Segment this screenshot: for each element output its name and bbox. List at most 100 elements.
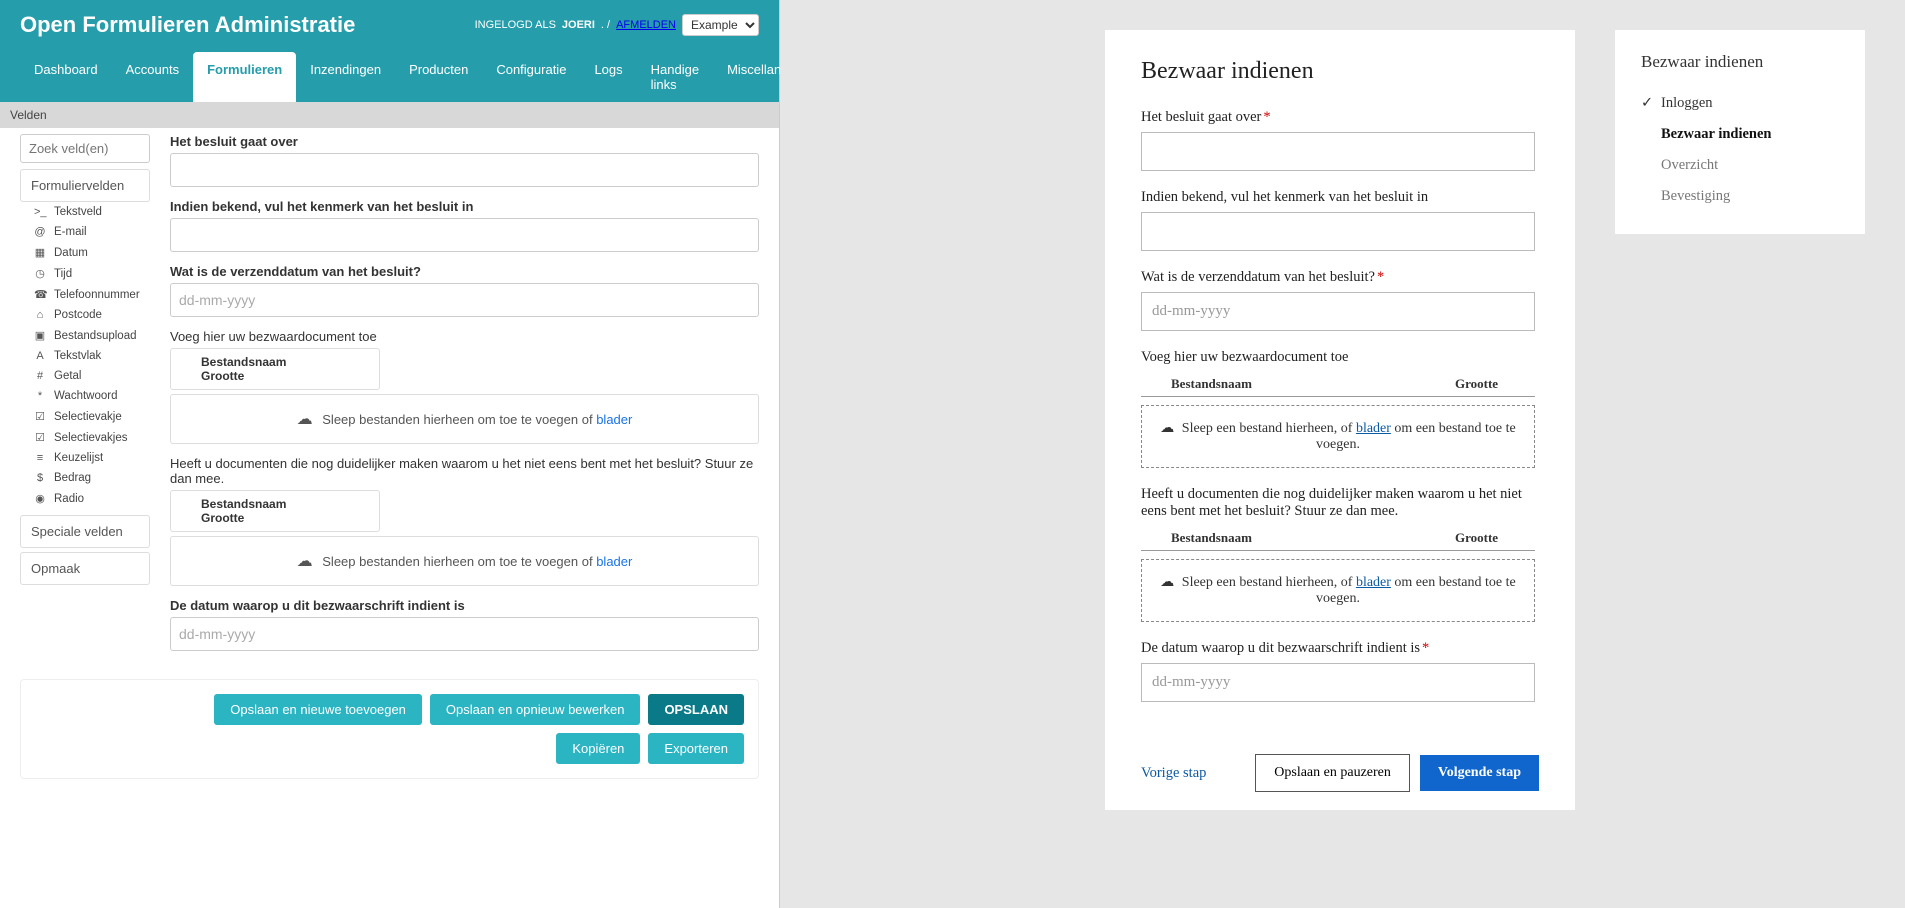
fieldtype-label: Keuzelijst: [54, 452, 103, 464]
canvas-input-indiendatum[interactable]: [170, 617, 759, 651]
canvas-input-verzenddatum[interactable]: [170, 283, 759, 317]
pf-actions: Vorige stap Opslaan en pauzeren Volgende…: [1141, 744, 1539, 792]
pf-input-verzenddatum[interactable]: [1141, 292, 1535, 331]
logout-link[interactable]: AFMELDEN: [616, 19, 676, 31]
pf-file-col-bestandsnaam: Bestandsnaam: [1141, 530, 1455, 546]
export-button[interactable]: Exporteren: [648, 733, 744, 764]
nav-producten[interactable]: Producten: [395, 52, 482, 102]
fieldtype-item[interactable]: >_Tekstveld: [20, 202, 150, 222]
pf-input-kenmerk[interactable]: [1141, 212, 1535, 251]
canvas-label-kenmerk: Indien bekend, vul het kenmerk van het b…: [170, 199, 759, 214]
pf-dropzone-1[interactable]: ☁ Sleep een bestand hierheen, of blader …: [1141, 405, 1535, 468]
fieldtype-label: Datum: [54, 247, 88, 259]
nav-accounts[interactable]: Accounts: [112, 52, 193, 102]
fieldtype-item[interactable]: $Bedrag: [20, 468, 150, 488]
nav-configuratie[interactable]: Configuratie: [482, 52, 580, 102]
pf-file-table-header-1: Bestandsnaam Grootte: [1141, 372, 1535, 397]
section-velden-title: Velden: [0, 102, 779, 128]
pf-input-indiendatum[interactable]: [1141, 663, 1535, 702]
file-col-bestandsnaam: Bestandsnaam: [201, 497, 349, 511]
fieldtype-icon: A: [34, 350, 46, 362]
fieldtype-item[interactable]: *Wachtwoord: [20, 386, 150, 406]
fieldtype-icon: @: [34, 226, 46, 238]
progress-step-overzicht[interactable]: Overzicht: [1641, 150, 1839, 181]
prev-step-link[interactable]: Vorige stap: [1141, 765, 1206, 782]
nav-handige-links[interactable]: Handige links: [637, 52, 713, 102]
file-col-bestandsnaam: Bestandsnaam: [201, 355, 349, 369]
fieldtype-item[interactable]: ▦ Datum: [20, 242, 150, 263]
canvas-input-besluit-over[interactable]: [170, 153, 759, 187]
nav-dashboard[interactable]: Dashboard: [20, 52, 112, 102]
save-and-edit-button[interactable]: Opslaan en opnieuw bewerken: [430, 694, 641, 725]
admin-sidebar: Formuliervelden >_Tekstveld @ E-mail ▦ Datum…: [20, 134, 150, 663]
fieldtype-item[interactable]: ◷Tijd: [20, 263, 150, 284]
save-button[interactable]: OPSLAAN: [648, 694, 744, 725]
pf-browse-link[interactable]: blader: [1356, 575, 1391, 590]
fieldtype-label: Tijd: [54, 268, 72, 280]
pf-file-col-grootte: Grootte: [1455, 530, 1535, 546]
pf-browse-link[interactable]: blader: [1356, 421, 1391, 436]
fieldtype-item[interactable]: A Tekstvlak: [20, 346, 150, 366]
progress-title: Bezwaar indienen: [1641, 52, 1839, 72]
progress-card: Bezwaar indienen Inloggen Bezwaar indien…: [1615, 30, 1865, 234]
fieldtype-label: Postcode: [54, 309, 102, 321]
canvas-file-header-1: Bestandsnaam Grootte: [170, 348, 380, 390]
cloud-upload-icon: ☁: [1160, 575, 1174, 590]
fieldtype-icon: ⌂: [34, 309, 46, 321]
fieldtype-item[interactable]: ☑Selectievakje: [20, 406, 150, 427]
public-pane: Bezwaar indienen Het besluit gaat over* …: [780, 0, 1905, 908]
fieldtype-item[interactable]: ≡Keuzelijst: [20, 448, 150, 468]
progress-step-bezwaar[interactable]: Bezwaar indienen: [1641, 119, 1839, 150]
fieldtype-label: Getal: [54, 370, 82, 382]
canvas-input-kenmerk[interactable]: [170, 218, 759, 252]
fieldtype-item[interactable]: ☑Selectievakjes: [20, 427, 150, 448]
copy-button[interactable]: Kopiëren: [556, 733, 640, 764]
save-pause-button[interactable]: Opslaan en pauzeren: [1255, 754, 1410, 792]
fieldtype-list: >_Tekstveld @ E-mail ▦ Datum ◷Tijd☎Telefoonnu…: [20, 202, 150, 509]
progress-list: Inloggen Bezwaar indienen Overzicht Beve…: [1641, 88, 1839, 212]
pf-input-besluit-over[interactable]: [1141, 132, 1535, 171]
drop-text: Sleep bestanden hierheen om toe te voege…: [322, 412, 596, 427]
fieldtype-label: Bestandsupload: [54, 330, 136, 342]
fieldtype-item[interactable]: ▣ Bestandsupload: [20, 325, 150, 346]
fieldtype-label: Tekstvlak: [54, 350, 101, 362]
fieldtype-item[interactable]: #Getal: [20, 366, 150, 386]
drop-browse-link[interactable]: blader: [596, 554, 632, 569]
field-search-input[interactable]: [20, 134, 150, 163]
group-formuliervelden[interactable]: Formuliervelden: [20, 169, 150, 202]
fieldtype-label: Selectievakjes: [54, 432, 128, 444]
nav-formulieren[interactable]: Formulieren: [193, 52, 296, 102]
group-speciale-velden[interactable]: Speciale velden: [20, 515, 150, 548]
fieldtype-item[interactable]: ◉ Radio: [20, 488, 150, 509]
fieldtype-icon: ▦: [34, 246, 46, 259]
canvas-file-drop-2[interactable]: ☁ Sleep bestanden hierheen om toe te voe…: [170, 536, 759, 586]
nav-logs[interactable]: Logs: [580, 52, 636, 102]
drop-browse-link[interactable]: blader: [596, 412, 632, 427]
fieldtype-item[interactable]: ☎Telefoonnummer: [20, 284, 150, 305]
pf-file-col-grootte: Grootte: [1455, 376, 1535, 392]
pf-dropzone-2[interactable]: ☁ Sleep een bestand hierheen, of blader …: [1141, 559, 1535, 622]
env-select[interactable]: Example: [682, 14, 759, 36]
fieldtype-label: Radio: [54, 493, 84, 505]
admin-body: Velden Formuliervelden >_Tekstveld @ E-mai…: [0, 102, 779, 908]
canvas-label-verzenddatum: Wat is de verzenddatum van het besluit?: [170, 264, 759, 279]
fieldtype-icon: ▣: [34, 329, 46, 342]
progress-step-inloggen[interactable]: Inloggen: [1641, 88, 1839, 119]
logged-in-username: JOERI: [562, 19, 595, 31]
nav-inzendingen[interactable]: Inzendingen: [296, 52, 395, 102]
pf-label-kenmerk: Indien bekend, vul het kenmerk van het b…: [1141, 189, 1535, 206]
fieldtype-item[interactable]: @ E-mail: [20, 222, 150, 242]
admin-title: Open Formulieren Administratie: [20, 12, 355, 38]
progress-step-bevestiging[interactable]: Bevestiging: [1641, 181, 1839, 212]
canvas-file-drop-1[interactable]: ☁ Sleep bestanden hierheen om toe te voe…: [170, 394, 759, 444]
save-and-new-button[interactable]: Opslaan en nieuwe toevoegen: [214, 694, 422, 725]
fieldtype-label: E-mail: [54, 226, 87, 238]
cloud-upload-icon: ☁: [297, 411, 313, 428]
pf-file-table-header-2: Bestandsnaam Grootte: [1141, 526, 1535, 551]
next-step-button[interactable]: Volgende stap: [1420, 755, 1539, 791]
fieldtype-icon: *: [34, 390, 46, 402]
fieldtype-icon: ☎: [34, 288, 46, 301]
fieldtype-icon: ◉: [34, 492, 46, 505]
fieldtype-item[interactable]: ⌂ Postcode: [20, 305, 150, 325]
group-opmaak[interactable]: Opmaak: [20, 552, 150, 585]
